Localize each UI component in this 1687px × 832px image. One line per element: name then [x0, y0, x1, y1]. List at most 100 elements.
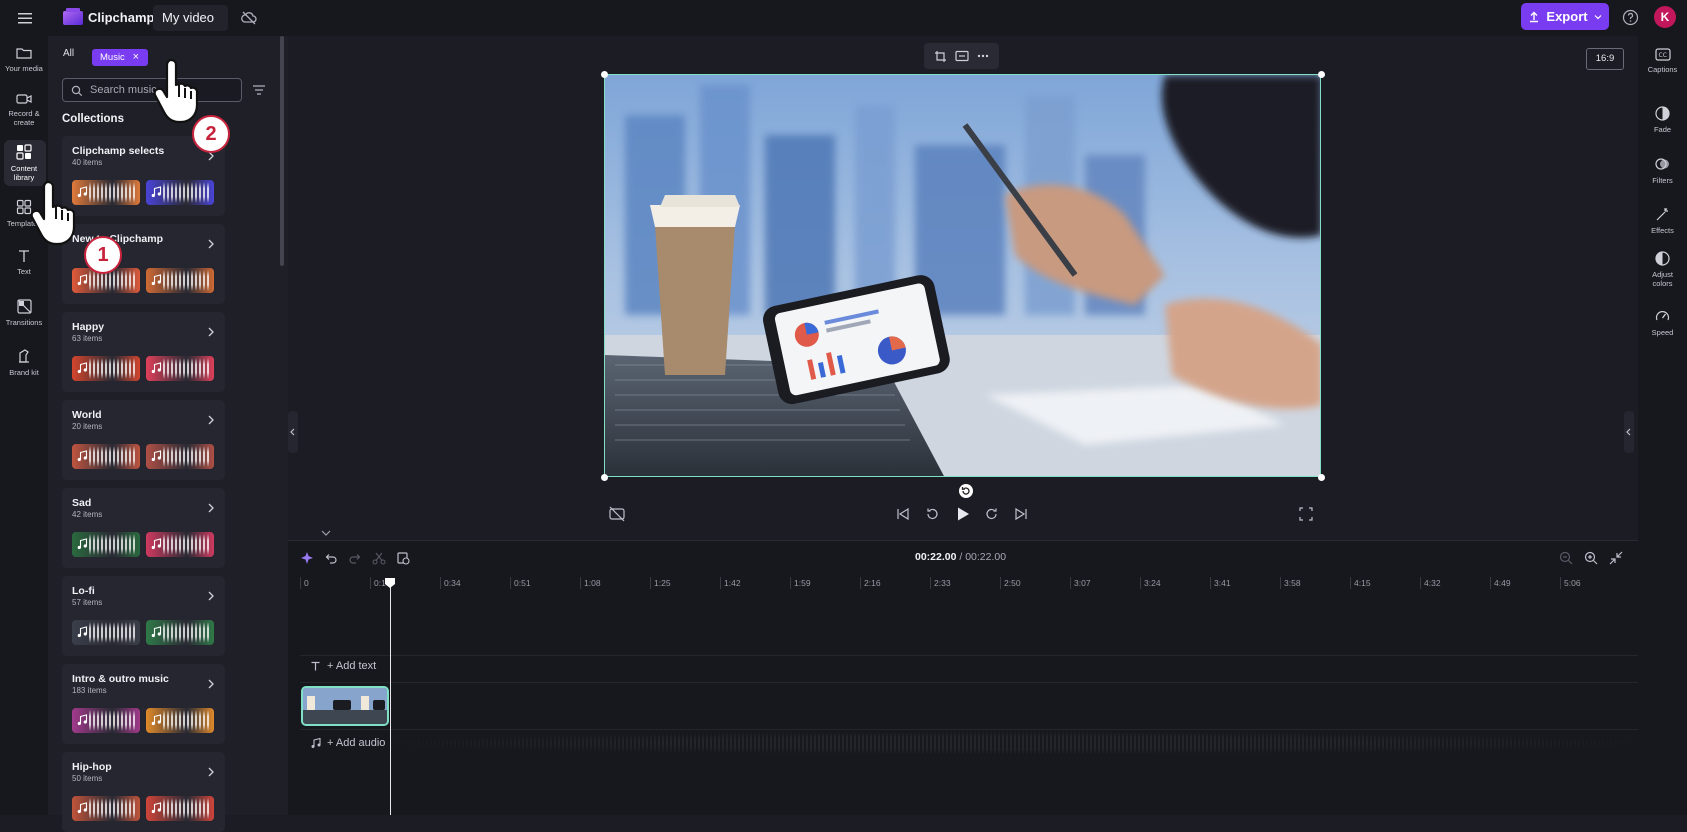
total-time: / 00:22.00 — [959, 551, 1007, 563]
avatar[interactable]: K — [1654, 6, 1676, 28]
project-name-field[interactable]: My video — [153, 5, 229, 31]
aspect-ratio-button[interactable]: 16:9 — [1586, 48, 1624, 70]
more-icon[interactable] — [977, 54, 989, 58]
chevron-right-icon[interactable] — [207, 239, 215, 249]
collection-card[interactable]: Hip-hop 50 items — [62, 752, 225, 832]
scrollbar[interactable] — [280, 36, 284, 266]
rail-item-content-library[interactable]: Content library — [0, 144, 48, 182]
rail-item-transitions[interactable]: Transitions — [0, 299, 48, 327]
chevron-right-icon[interactable] — [207, 679, 215, 689]
rail-item-record-create[interactable]: Record & create — [0, 93, 48, 127]
filter-music-chip[interactable]: Music × — [92, 49, 148, 66]
collection-card[interactable]: Happy 63 items — [62, 312, 225, 392]
export-button[interactable]: Export — [1521, 3, 1609, 30]
track-thumbnail[interactable] — [146, 180, 214, 205]
rail-item-effects[interactable]: Effects — [1638, 207, 1687, 235]
resize-handle[interactable] — [601, 474, 608, 481]
ruler-tick: 0:34 — [440, 577, 461, 589]
track-thumbnail[interactable] — [146, 620, 214, 645]
collection-card[interactable]: Sad 42 items — [62, 488, 225, 568]
rail-label: Record & create — [8, 109, 40, 127]
rail-item-filters[interactable]: Filters — [1638, 157, 1687, 185]
track-divider — [300, 682, 1638, 683]
add-text-track[interactable]: + Add text — [310, 660, 376, 672]
play-icon[interactable] — [955, 505, 971, 523]
filters-icon — [1655, 158, 1669, 170]
zoom-in-icon[interactable] — [1583, 550, 1599, 566]
ruler-tick: 1:42 — [720, 577, 741, 589]
video-floating-toolbar — [924, 43, 999, 69]
collapse-left-panel-button[interactable] — [288, 411, 298, 453]
chevron-down-icon[interactable] — [320, 529, 332, 537]
playhead[interactable] — [390, 580, 391, 815]
rail-item-fade[interactable]: Fade — [1638, 106, 1687, 134]
fit-timeline-icon[interactable] — [1608, 550, 1624, 566]
rail-item-speed[interactable]: Speed — [1638, 309, 1687, 337]
filter-all-tab[interactable]: All — [63, 48, 74, 59]
collection-title: Happy — [72, 321, 105, 333]
collapse-right-panel-button[interactable] — [1624, 411, 1634, 453]
close-icon[interactable]: × — [133, 49, 139, 66]
music-note-icon — [311, 737, 321, 748]
magic-icon[interactable] — [299, 550, 315, 566]
menu-icon[interactable] — [16, 9, 34, 27]
track-thumbnail[interactable] — [72, 356, 140, 381]
library-icon — [16, 144, 32, 160]
collection-card[interactable]: World 20 items — [62, 400, 225, 480]
skip-back-icon[interactable] — [896, 505, 910, 523]
timeline-ruler[interactable]: 0 0:17 0:34 0:51 1:08 1:25 1:42 1:59 2:16 2:33 2:5… — [300, 577, 1635, 595]
ruler-tick: 2:50 — [1000, 577, 1021, 589]
track-thumbnail[interactable] — [146, 708, 214, 733]
split-icon[interactable] — [371, 550, 387, 566]
track-thumbnail[interactable] — [72, 796, 140, 821]
content-library-panel: All Music × Search music Collections Cli… — [48, 36, 288, 832]
rotate-handle[interactable] — [959, 484, 973, 498]
track-thumbnail[interactable] — [146, 356, 214, 381]
rail-item-text[interactable]: Text — [0, 249, 48, 276]
chevron-right-icon[interactable] — [207, 327, 215, 337]
delete-clip-icon[interactable] — [395, 550, 411, 566]
zoom-out-icon[interactable] — [1558, 550, 1574, 566]
filter-icon[interactable] — [250, 81, 268, 99]
resize-handle[interactable] — [601, 71, 608, 78]
ruler-tick: 5:06 — [1560, 577, 1581, 589]
rail-item-brand-kit[interactable]: Brand kit — [0, 349, 48, 377]
rewind-5-icon[interactable] — [924, 505, 940, 523]
chevron-right-icon[interactable] — [207, 415, 215, 425]
video-preview[interactable] — [604, 74, 1321, 477]
redo-icon[interactable] — [347, 550, 363, 566]
add-audio-track[interactable]: + Add audio — [310, 737, 385, 749]
fit-icon[interactable] — [955, 50, 969, 62]
rail-label: Transitions — [5, 318, 43, 327]
chevron-right-icon[interactable] — [207, 591, 215, 601]
rail-item-adjust-colors[interactable]: Adjust colors — [1638, 251, 1687, 288]
undo-icon[interactable] — [323, 550, 339, 566]
forward-5-icon[interactable] — [984, 505, 1000, 523]
track-thumbnail[interactable] — [146, 444, 214, 469]
chevron-right-icon[interactable] — [207, 767, 215, 777]
collection-card[interactable]: Lo-fi 57 items — [62, 576, 225, 656]
track-thumbnail[interactable] — [146, 268, 214, 293]
rail-item-your-media[interactable]: Your media — [0, 46, 48, 73]
cloud-off-icon[interactable] — [240, 9, 258, 27]
resize-handle[interactable] — [1318, 71, 1325, 78]
track-thumbnail[interactable] — [72, 620, 140, 645]
video-clip[interactable] — [301, 686, 389, 726]
help-icon[interactable] — [1622, 9, 1639, 26]
track-thumbnail[interactable] — [146, 532, 214, 557]
music-note-icon — [151, 450, 162, 462]
track-thumbnail[interactable] — [72, 532, 140, 557]
skip-forward-icon[interactable] — [1014, 505, 1028, 523]
track-thumbnail[interactable] — [146, 796, 214, 821]
track-thumbnail[interactable] — [72, 444, 140, 469]
chevron-right-icon[interactable] — [207, 503, 215, 513]
step-badge-1: 1 — [84, 236, 122, 274]
track-thumbnail[interactable] — [72, 708, 140, 733]
rail-item-captions[interactable]: CC Captions — [1638, 48, 1687, 74]
collections-title: Collections — [62, 113, 124, 125]
fullscreen-icon[interactable] — [1299, 505, 1313, 523]
crop-icon[interactable] — [934, 50, 947, 63]
collection-card[interactable]: Intro & outro music 183 items — [62, 664, 225, 744]
hide-captions-icon[interactable] — [609, 505, 625, 523]
resize-handle[interactable] — [1318, 474, 1325, 481]
